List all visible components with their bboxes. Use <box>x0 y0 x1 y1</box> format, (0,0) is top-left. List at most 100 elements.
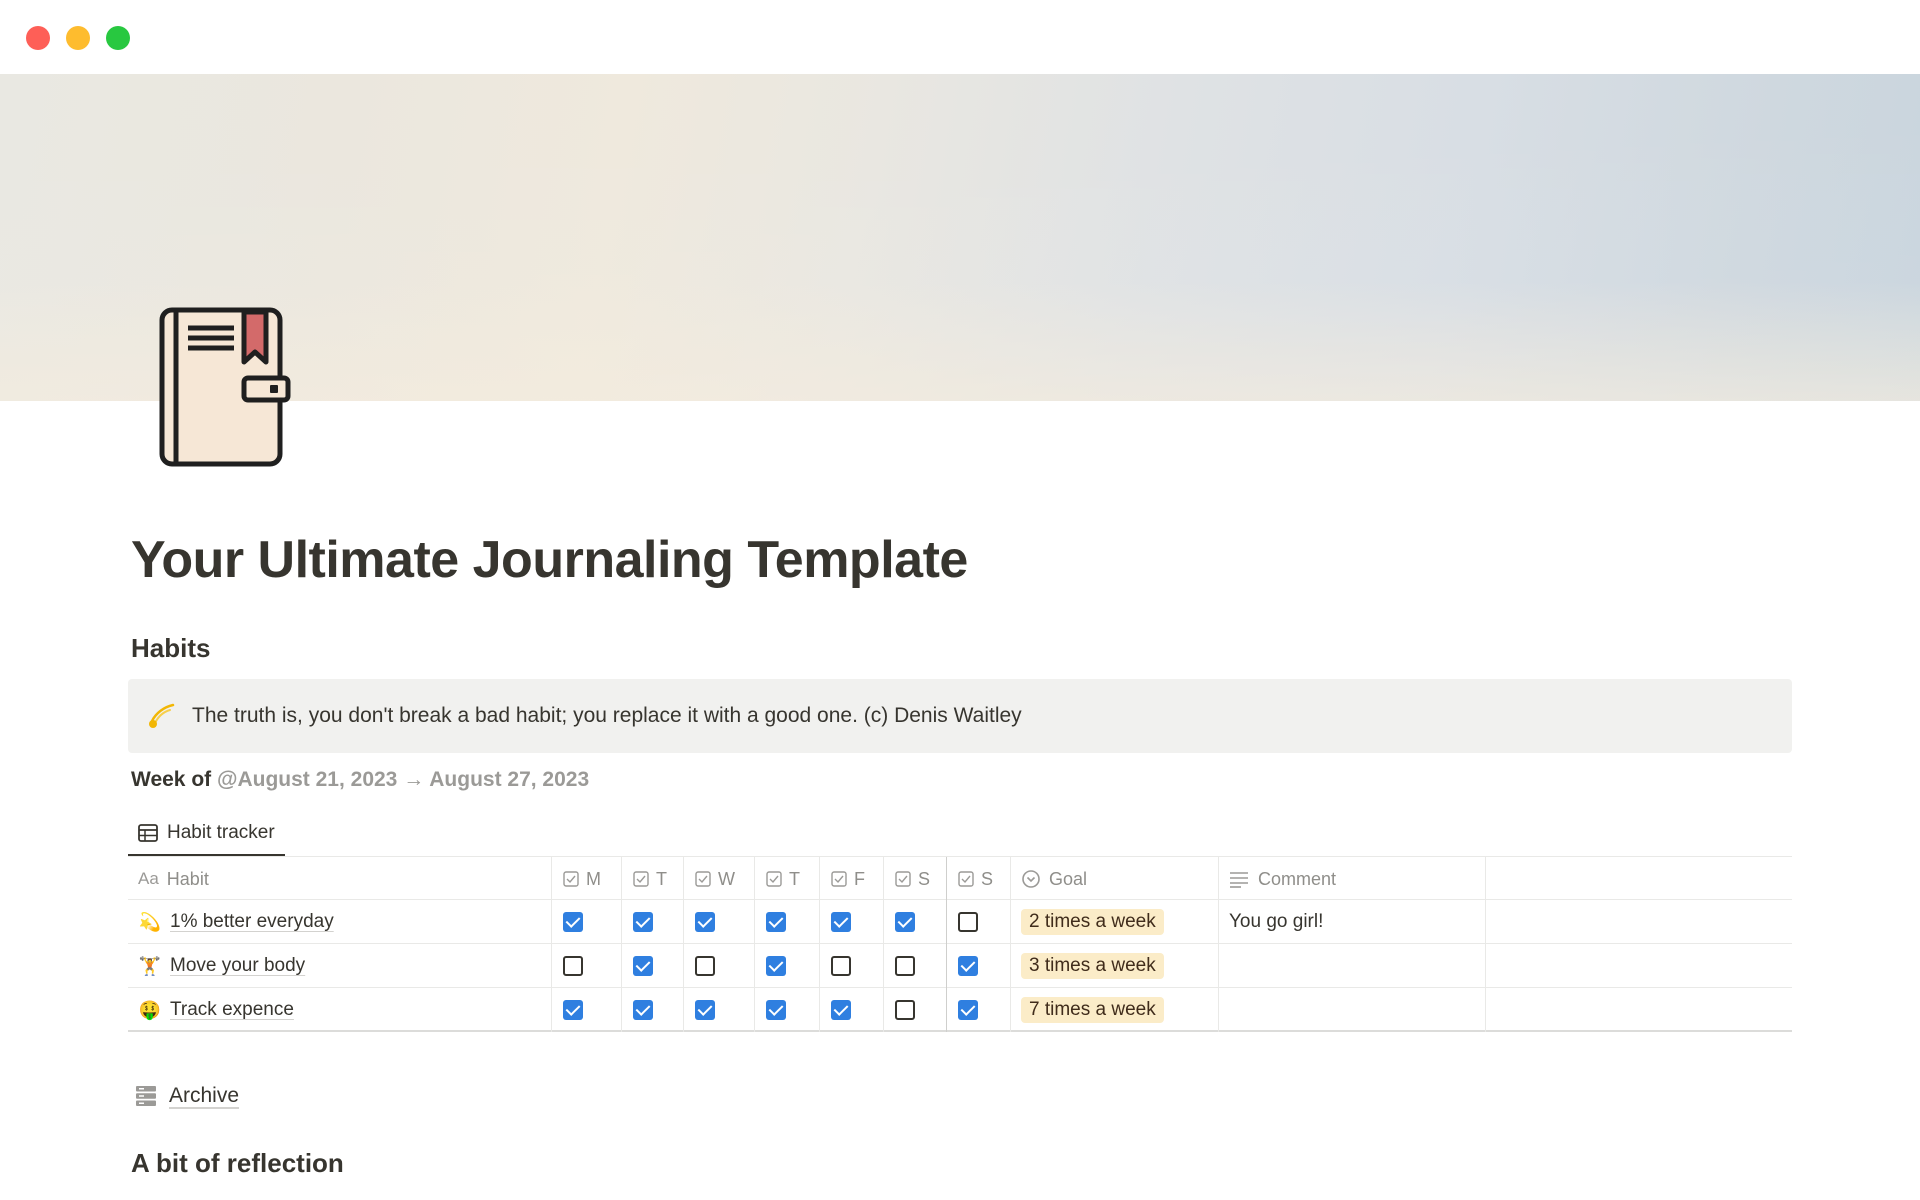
day-cell-tuesday <box>622 900 684 944</box>
person-lifting-weights-icon: 🏋️ <box>138 955 162 976</box>
day-cell-sunday <box>947 900 1011 944</box>
column-header-sunday[interactable]: S <box>947 857 1011 901</box>
quote-callout[interactable]: The truth is, you don't break a bad habi… <box>128 679 1792 753</box>
checkbox-saturday[interactable] <box>895 912 915 932</box>
archive-icon <box>136 1086 156 1106</box>
column-header-monday[interactable]: M <box>552 857 622 901</box>
checkbox-monday[interactable] <box>563 956 583 976</box>
day-cell-friday <box>820 988 884 1032</box>
column-header-friday[interactable]: F <box>820 857 884 901</box>
column-label: Comment <box>1258 868 1337 889</box>
column-label: Habit <box>166 868 209 889</box>
checkbox-tuesday[interactable] <box>633 1000 653 1020</box>
comet-icon[interactable] <box>146 701 176 731</box>
goal-cell[interactable]: 3 times a week <box>1011 944 1219 988</box>
table-header-row: Aa Habit M T W T F S S Goal Comment <box>128 856 1792 901</box>
database-view-tabs: Habit tracker <box>128 812 285 856</box>
comment-cell[interactable] <box>1219 988 1486 1032</box>
comment-cell[interactable] <box>1219 944 1486 988</box>
maximize-window-button[interactable] <box>106 26 130 50</box>
column-label: W <box>718 868 735 889</box>
day-cell-friday <box>820 900 884 944</box>
table-row[interactable]: 🤑 Track expence 7 times a week <box>128 988 1792 1032</box>
checkbox-saturday[interactable] <box>895 1000 915 1020</box>
table-icon <box>138 824 158 842</box>
goal-cell[interactable]: 2 times a week <box>1011 900 1219 944</box>
checkbox-sunday[interactable] <box>958 912 978 932</box>
habit-cell[interactable]: 🏋️ Move your body <box>128 944 552 988</box>
week-date-mention[interactable]: @August 21, 2023 → August 27, 2023 <box>217 768 589 791</box>
goal-cell[interactable]: 7 times a week <box>1011 988 1219 1032</box>
day-cell-friday <box>820 944 884 988</box>
journal-book-icon[interactable] <box>156 306 292 470</box>
day-cell-sunday <box>947 944 1011 988</box>
day-cell-thursday <box>755 988 820 1032</box>
checkbox-wednesday[interactable] <box>695 912 715 932</box>
checkbox-wednesday[interactable] <box>695 956 715 976</box>
comment-cell[interactable]: You go girl! <box>1219 900 1486 944</box>
checkbox-saturday[interactable] <box>895 956 915 976</box>
column-label: S <box>918 868 931 889</box>
column-header-tuesday[interactable]: T <box>622 857 684 901</box>
checkbox-tuesday[interactable] <box>633 956 653 976</box>
habits-heading[interactable]: Habits <box>131 633 210 664</box>
column-header-wednesday[interactable]: W <box>684 857 755 901</box>
column-label: Goal <box>1049 868 1088 889</box>
day-cell-wednesday <box>684 944 755 988</box>
table-row[interactable]: 🏋️ Move your body 3 times a week <box>128 944 1792 988</box>
column-header-goal[interactable]: Goal <box>1011 857 1219 901</box>
page-title[interactable]: Your Ultimate Journaling Template <box>131 530 968 590</box>
checkbox-thursday[interactable] <box>766 956 786 976</box>
checkbox-property-icon <box>695 871 711 887</box>
habit-cell[interactable]: 💫 1% better everyday <box>128 900 552 944</box>
day-cell-tuesday <box>622 988 684 1032</box>
checkbox-friday[interactable] <box>831 1000 851 1020</box>
archive-label: Archive <box>169 1084 240 1107</box>
close-window-button[interactable] <box>26 26 50 50</box>
habit-name[interactable]: Move your body <box>170 955 305 977</box>
day-cell-tuesday <box>622 944 684 988</box>
column-header-thursday[interactable]: T <box>755 857 820 901</box>
text-lines-icon <box>1230 872 1248 888</box>
day-cell-monday <box>552 944 622 988</box>
column-label: F <box>854 868 865 889</box>
add-column-area[interactable] <box>1486 857 1792 901</box>
habit-name[interactable]: 1% better everyday <box>170 911 334 933</box>
table-body: 💫 1% better everyday 2 times a week You go … <box>128 900 1792 1032</box>
text-property-icon: Aa <box>138 869 159 888</box>
column-header-habit[interactable]: Aa Habit <box>128 857 552 901</box>
checkbox-tuesday[interactable] <box>633 912 653 932</box>
checkbox-property-icon <box>766 871 782 887</box>
table-row[interactable]: 💫 1% better everyday 2 times a week You go … <box>128 900 1792 944</box>
reflection-heading[interactable]: A bit of reflection <box>131 1148 344 1179</box>
checkbox-thursday[interactable] <box>766 1000 786 1020</box>
checkbox-property-icon <box>633 871 649 887</box>
column-label: T <box>656 868 667 889</box>
checkbox-thursday[interactable] <box>766 912 786 932</box>
checkbox-sunday[interactable] <box>958 1000 978 1020</box>
archive-link[interactable]: Archive <box>135 1084 239 1108</box>
checkbox-wednesday[interactable] <box>695 1000 715 1020</box>
checkbox-property-icon <box>563 871 579 887</box>
empty-cell <box>1486 944 1792 988</box>
checkbox-sunday[interactable] <box>958 956 978 976</box>
checkbox-friday[interactable] <box>831 956 851 976</box>
day-cell-wednesday <box>684 900 755 944</box>
day-cell-wednesday <box>684 988 755 1032</box>
column-header-saturday[interactable]: S <box>884 857 947 901</box>
column-header-comment[interactable]: Comment <box>1219 857 1486 901</box>
callout-text: The truth is, you don't break a bad habi… <box>192 704 1022 727</box>
tab-habit-tracker[interactable]: Habit tracker <box>128 812 285 856</box>
habit-cell[interactable]: 🤑 Track expence <box>128 988 552 1032</box>
minimize-window-button[interactable] <box>66 26 90 50</box>
goal-tag: 7 times a week <box>1021 997 1164 1023</box>
habit-name[interactable]: Track expence <box>170 999 294 1021</box>
checkbox-friday[interactable] <box>831 912 851 932</box>
checkbox-monday[interactable] <box>563 912 583 932</box>
day-cell-monday <box>552 988 622 1032</box>
week-of-line: Week of @August 21, 2023 → August 27, 20… <box>131 768 589 792</box>
column-label: T <box>789 868 800 889</box>
checkbox-monday[interactable] <box>563 1000 583 1020</box>
day-cell-thursday <box>755 900 820 944</box>
day-cell-monday <box>552 900 622 944</box>
